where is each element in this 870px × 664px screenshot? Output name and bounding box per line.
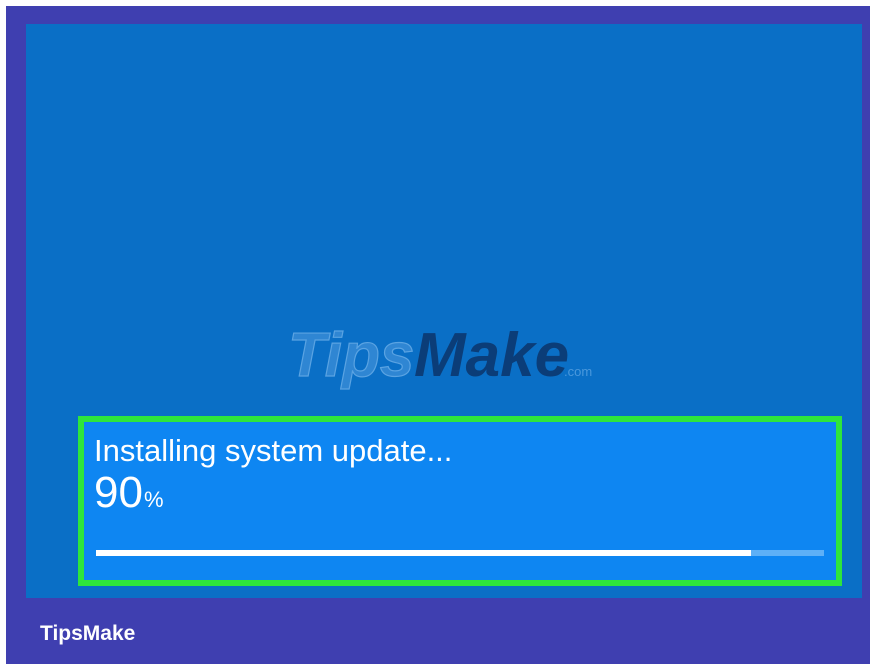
update-status-panel: Installing system update... 90% [78,416,842,586]
watermark-text-tips: Tips [288,321,414,390]
update-screen: Tips Make .com Installing system update.… [26,24,862,598]
watermark-text-suffix: .com [564,364,592,379]
image-frame: Tips Make .com Installing system update.… [6,6,870,664]
update-status-text: Installing system update... [94,433,453,468]
update-progress-bar [96,550,824,556]
update-percent-value: 90 [94,468,143,517]
update-percent-sign: % [143,487,164,512]
update-percent: 90% [94,470,164,516]
tipsmake-watermark-logo: Tips Make .com [287,320,592,390]
brand-caption: TipsMake [40,622,136,645]
watermark-text-make: Make [414,321,569,390]
update-progress-fill [96,550,751,556]
